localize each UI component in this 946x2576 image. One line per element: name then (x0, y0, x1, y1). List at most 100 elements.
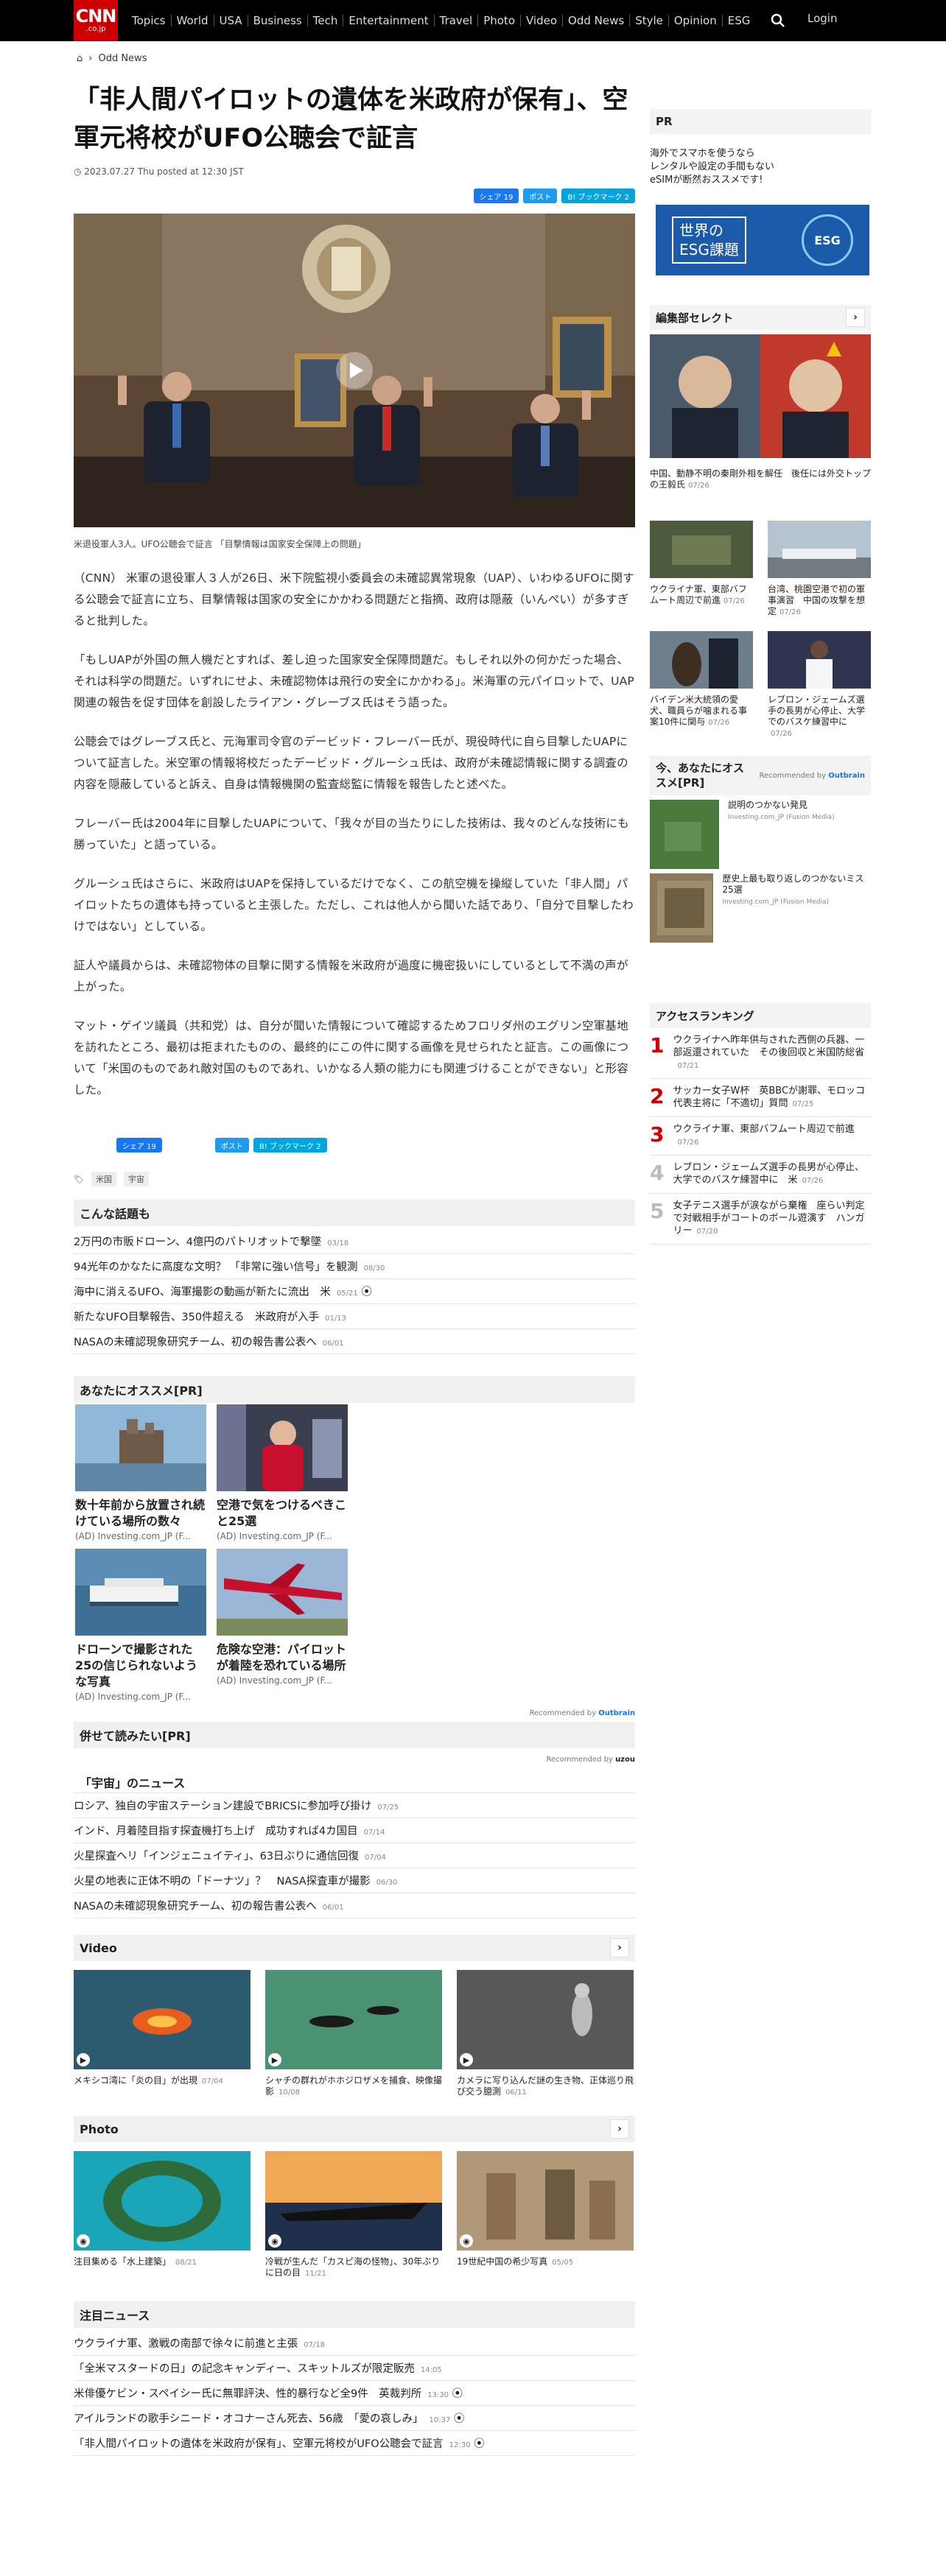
article-paragraph: 証人や議員からは、未確認物体の目撃に関する情報を米政府が過度に機密扱いにしている… (74, 959, 628, 993)
nav-business[interactable]: Business (248, 15, 308, 27)
facebook-share-button[interactable]: シェア 19 (116, 1138, 162, 1152)
nav-entertainment[interactable]: Entertainment (343, 15, 435, 27)
list-item[interactable]: NASAの未確認現象研究チーム、初の報告書公表へ 06/01 (74, 1329, 635, 1354)
ranking-item[interactable]: 1 ウクライナへ昨年供与された西側の兵器、一部返還されていた その後回収と米国防総… (650, 1028, 871, 1079)
list-item[interactable]: 「全米マスタードの日」の記念キャンディー、スキットルズが限定販売 14:05 (74, 2356, 635, 2381)
nav-style[interactable]: Style (630, 15, 669, 27)
hatena-bookmark-button[interactable]: B! ブックマーク 2 (253, 1138, 327, 1152)
list-item[interactable]: 火星探査ヘリ「インジェニュイティ」、63日ぶりに通信回復 07/04 (74, 1843, 635, 1868)
video-card[interactable]: ▶ シャチの群れがホホジロザメを捕食、映像撮影 10/08 (265, 1970, 442, 2098)
list-item[interactable]: NASAの未確認現象研究チーム、初の報告書公表へ 06/01 (74, 1893, 635, 1918)
editor-card[interactable]: 台湾、桃園空港で初の軍事演習 中国の攻撃を想定 07/26 (768, 521, 871, 618)
search-icon[interactable] (769, 12, 787, 29)
item-date: 08/30 (363, 1264, 385, 1273)
photo-thumb: ◉ (265, 2151, 442, 2251)
item-date: 06/30 (376, 1879, 398, 1887)
list-item[interactable]: アイルランドの歌手シニード・オコナーさん死去、56歳 「愛の哀しみ」 10:37 … (74, 2406, 635, 2431)
recommend-image (217, 1549, 348, 1636)
outbrain-credit[interactable]: Recommended by Outbrain (759, 772, 865, 780)
list-item[interactable]: 「非人間パイロットの遺体を米政府が保有」、空軍元将校がUFO公聴会で証言 12:3… (74, 2431, 635, 2456)
outbrain-widget: 今、あなたにオススメ[PR] Recommended by Outbrain 説… (650, 756, 871, 943)
rank-number: 4 (650, 1161, 665, 1185)
nav-topics[interactable]: Topics (127, 15, 172, 27)
chevron-right-icon[interactable]: › (846, 308, 865, 327)
nav-world[interactable]: World (172, 15, 214, 27)
video-card[interactable]: ▶ メキシコ湾に「炎の目」が出現 07/04 (74, 1970, 250, 2098)
photo-card[interactable]: ◉ 冷戦が生んだ「カスピ海の怪物」、30年ぶりに日の目 11/21 (265, 2151, 442, 2279)
editor-card[interactable]: ウクライナ軍、東部バフムート周辺で前進 07/26 (650, 521, 753, 618)
recommend-image (75, 1404, 206, 1491)
home-icon[interactable]: ⌂ (77, 53, 83, 64)
recommend-card[interactable]: 数十年前から放置され続けている場所の数々 (AD) Investing.com_… (75, 1404, 206, 1541)
recommend-source: (AD) Investing.com_JP (F... (75, 1531, 191, 1541)
chevron-right-icon[interactable]: › (610, 2119, 629, 2139)
ob-card[interactable]: 歴史上最も取り返しのつかないミス25選 Investing.com_JP (Fus… (650, 873, 871, 943)
ranking-item[interactable]: 4 レブロン・ジェームズ選手の長男が心停止、大学でのバスケ練習中に 米 07/26 (650, 1155, 871, 1194)
logo-text: CNN (75, 6, 117, 27)
recommend-title: 数十年前から放置され続けている場所の数々 (75, 1498, 206, 1528)
chevron-right-icon[interactable]: › (610, 1938, 629, 1957)
hatena-bookmark-button[interactable]: B! ブックマーク 2 (561, 189, 635, 203)
play-icon[interactable] (336, 352, 373, 389)
list-item[interactable]: ロシア、独自の宇宙ステーション建設でBRICSに参加呼び掛け 07/25 (74, 1793, 635, 1818)
list-item[interactable]: 火星の地表に正体不明の「ドーナツ」？ NASA探査車が撮影 06/30 (74, 1868, 635, 1893)
featured-section: 注目ニュース ウクライナ軍、激戦の南部で徐々に前進と主張 07/18 「全米マスタ… (74, 2301, 635, 2456)
editor-main-card[interactable]: 中国、動静不明の秦剛外相を解任 後任には外交トップの王毅氏 07/26 (650, 334, 871, 491)
facebook-share-button[interactable]: シェア 19 (473, 189, 519, 203)
list-item[interactable]: ウクライナ軍、激戦の南部で徐々に前進と主張 07/18 (74, 2331, 635, 2356)
nav-travel[interactable]: Travel (435, 15, 479, 27)
item-title: インド、月着陸目指す探査機打ち上げ 成功すれば4カ国目 (74, 1826, 358, 1837)
photo-title: 19世紀中国の希少写真 05/05 (457, 2256, 574, 2267)
list-item[interactable]: 海中に消えるUFO、海軍撮影の動画が新たに流出 米 05/21 ⦿ (74, 1279, 635, 1304)
recommend-card[interactable]: ドローンで撮影された25の信じられないような写真 (AD) Investing.… (75, 1549, 206, 1702)
nav-opinion[interactable]: Opinion (669, 15, 723, 27)
list-item[interactable]: 2万円の市販ドローン、4億円のパトリオットで撃墜 03/18 (74, 1229, 635, 1254)
ranking-item[interactable]: 3 ウクライナ軍、東部バフムート周辺で前進07/26 (650, 1117, 871, 1155)
nav-odd-news[interactable]: Odd News (563, 15, 631, 27)
nav-esg[interactable]: ESG (723, 15, 756, 27)
item-title: NASAの未確認現象研究チーム、初の報告書公表へ (74, 1337, 317, 1348)
list-item[interactable]: 新たなUFO目撃報告、350件超える 米政府が入手 01/13 (74, 1304, 635, 1329)
item-title: 「全米マスタードの日」の記念キャンディー、スキットルズが限定販売 (74, 2363, 415, 2375)
video-card[interactable]: ▶ カメラに写り込んだ謎の生き物、正体巡り飛び交う臆測 06/11 (457, 1970, 634, 2098)
login-link[interactable]: Login (807, 12, 837, 25)
photo-card[interactable]: ◉ 19世紀中国の希少写真 05/05 (457, 2151, 634, 2279)
editor-card[interactable]: バイデン米大統領の愛犬、職員らが噛まれる事案10件に関与 07/26 (650, 631, 753, 739)
list-item[interactable]: 94光年のかなたに高度な文明？ 「非常に強い信号」を観測 08/30 (74, 1254, 635, 1279)
tag-space[interactable]: 宇宙 (123, 1172, 149, 1186)
pr-text[interactable]: 海外でスマホを使うなら レンタルや設定の手間もない eSIMが断然おススメです! (650, 147, 871, 187)
tag-usa[interactable]: 米国 (91, 1172, 116, 1186)
item-date: 06/01 (322, 1340, 344, 1348)
nav-video[interactable]: Video (521, 15, 564, 27)
list-item[interactable]: インド、月着陸目指す探査機打ち上げ 成功すれば4カ国目 07/14 (74, 1818, 635, 1843)
ranking-item[interactable]: 5 女子テニス選手が涙ながら棄権 座らい判定で対戦相手がコートのボール遊演す ハン… (650, 1194, 871, 1245)
photo-title: 冷戦が生んだ「カスピ海の怪物」、30年ぶりに日の目 11/21 (265, 2256, 441, 2278)
uzou-credit[interactable]: Recommended by uzou (74, 1756, 635, 1764)
x-post-button[interactable]: ポスト (214, 1138, 249, 1152)
recommend-card[interactable]: 危険な空港：パイロットが着陸を恐れている場所 (AD) Investing.co… (217, 1549, 348, 1702)
nav-tech[interactable]: Tech (308, 15, 344, 27)
nav-photo[interactable]: Photo (478, 15, 521, 27)
article-main-image[interactable] (74, 214, 635, 527)
breadcrumb-odd-news[interactable]: Odd News (98, 53, 147, 64)
x-post-button[interactable]: ポスト (523, 189, 558, 203)
nav-usa[interactable]: USA (214, 15, 248, 27)
item-date: 07/04 (365, 1854, 386, 1862)
related-section: こんな話題も 2万円の市販ドローン、4億円のパトリオットで撃墜 03/18 94光… (74, 1200, 635, 1354)
item-date: 07/25 (377, 1803, 399, 1812)
editor-card[interactable]: レブロン・ジェームズ選手の長男が心停止、大学でのバスケ練習中に07/26 (768, 631, 871, 739)
article-paragraph: 「もしUAPが外国の無人機だとすれば、差し迫った国家安全保障問題だ。もしそれ以外… (74, 653, 634, 709)
esg-banner[interactable]: 世界の ESG課題 ESG (656, 205, 869, 275)
credit-text: Recommended by (529, 1709, 597, 1717)
rank-number: 1 (650, 1033, 665, 1058)
ob-card[interactable]: 説明のつかない発見 Investing.com_JP (Fusion Media) (650, 800, 871, 869)
outbrain-credit[interactable]: Recommended by Outbrain (74, 1709, 635, 1717)
recommend-card[interactable]: 空港で気をつけるべきこと25選 (AD) Investing.com_JP (F… (217, 1404, 348, 1541)
item-title: 米俳優ケビン・スペイシー氏に無罪評決、性的暴行など全9件 英裁判所 (74, 2388, 422, 2400)
ranking-item[interactable]: 2 サッカー女子W杯 英BBCが謝罪、モロッコ代表主将に「不適切」質問 07/25 (650, 1079, 871, 1117)
item-title: 海中に消えるUFO、海軍撮影の動画が新たに流出 米 (74, 1287, 331, 1298)
list-item[interactable]: 米俳優ケビン・スペイシー氏に無罪評決、性的暴行など全9件 英裁判所 13:30 ⦿ (74, 2381, 635, 2406)
article-paragraph: （CNN） 米軍の退役軍人３人が26日、米下院監視小委員会の未確認異常現象（UA… (74, 571, 634, 627)
photo-card[interactable]: ◉ 注目集める「水上建築」 08/21 (74, 2151, 250, 2279)
cnn-logo[interactable]: CNN .co.jp (74, 0, 118, 41)
